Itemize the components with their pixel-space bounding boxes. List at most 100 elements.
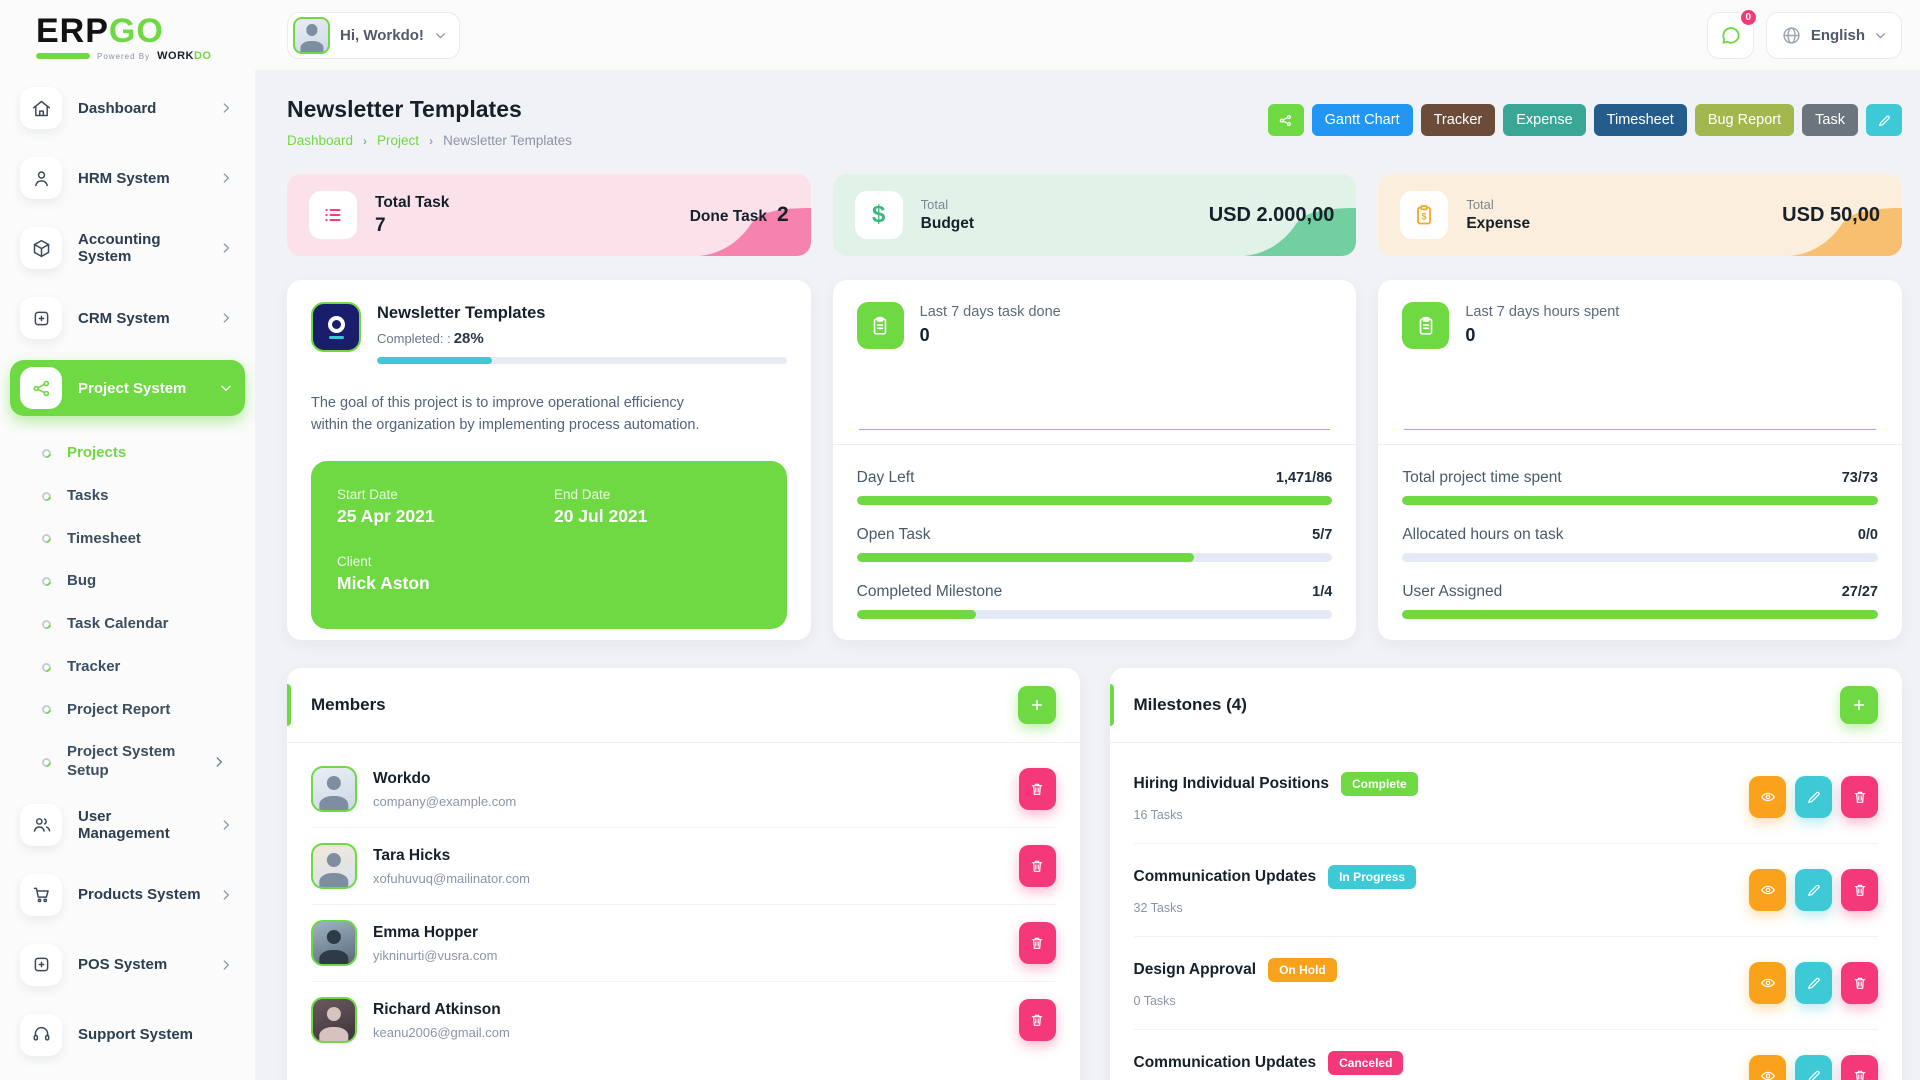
user-icon	[20, 157, 62, 199]
submenu-item-task-calendar[interactable]: Task Calendar	[34, 603, 245, 646]
clipboard-icon	[1402, 302, 1449, 349]
milestone-info: Hiring Individual PositionsComplete 16 T…	[1134, 772, 1418, 822]
submenu-item-project-system-setup[interactable]: Project System Setup	[34, 731, 234, 793]
erpgo-logo[interactable]: ERPGO Powered By WORKDO	[0, 0, 255, 62]
language-selector[interactable]: English	[1766, 12, 1902, 59]
view-milestone-button[interactable]	[1749, 776, 1786, 818]
stat-cards-row: Total Task 7 Done Task 2 $ Total Budget	[287, 174, 1902, 256]
submenu-item-projects[interactable]: Projects	[34, 432, 245, 475]
expense-amount: USD 50,00	[1782, 204, 1880, 227]
project-head: Newsletter Templates Completed: :28%	[311, 302, 787, 364]
delete-milestone-button[interactable]	[1841, 776, 1878, 818]
stat-value: 1,471/86	[1276, 470, 1332, 486]
sidebar-item-accounting[interactable]: Accounting System	[10, 220, 245, 276]
edit-project-button[interactable]	[1866, 104, 1902, 136]
home-icon	[20, 87, 62, 129]
total-expense-card: $ Total Expense USD 50,00	[1378, 174, 1902, 256]
view-milestone-button[interactable]	[1749, 962, 1786, 1004]
logo-erp-text: ERP	[36, 12, 109, 50]
notifications-button[interactable]: 0	[1707, 12, 1754, 59]
expense-clipboard-icon: $	[1400, 191, 1448, 239]
submenu-item-tracker[interactable]: Tracker	[34, 646, 245, 689]
sidebar-item-products-system[interactable]: Products System	[10, 867, 245, 923]
completed-value: 28%	[454, 330, 484, 347]
submenu-label: Bug	[67, 572, 96, 591]
user-menu[interactable]: Hi, Workdo!	[287, 12, 460, 59]
breadcrumb-separator: ›	[429, 134, 433, 148]
milestone-task-count: 32 Tasks	[1134, 901, 1417, 915]
edit-milestone-button[interactable]	[1795, 962, 1832, 1004]
sidebar-item-label: CRM System	[78, 310, 170, 327]
delete-member-button[interactable]	[1019, 768, 1056, 810]
task-button[interactable]: Task	[1802, 104, 1858, 136]
milestone-info: Design ApprovalOn Hold 0 Tasks	[1134, 958, 1337, 1008]
submenu-label: Project Report	[67, 701, 170, 720]
sidebar-item-project-system[interactable]: Project System	[10, 360, 245, 416]
delete-member-button[interactable]	[1019, 845, 1056, 887]
status-badge: In Progress	[1328, 865, 1416, 889]
delete-member-button[interactable]	[1019, 922, 1056, 964]
headset-icon	[20, 1014, 62, 1056]
delete-milestone-button[interactable]	[1841, 962, 1878, 1004]
task-trend-chart	[857, 357, 1333, 430]
delete-milestone-button[interactable]	[1841, 1055, 1878, 1080]
logo-green-bar	[36, 53, 90, 59]
hours-summary-title: Last 7 days hours spent	[1465, 302, 1619, 320]
share-button[interactable]	[1268, 104, 1304, 136]
view-milestone-button[interactable]	[1749, 869, 1786, 911]
progress-bar	[857, 610, 1333, 619]
submenu-item-project-report[interactable]: Project Report	[34, 689, 245, 732]
chevron-right-icon	[219, 241, 233, 255]
bullet-icon	[40, 447, 53, 460]
gantt-chart-button[interactable]: Gantt Chart	[1312, 104, 1413, 136]
submenu-item-tasks[interactable]: Tasks	[34, 475, 245, 518]
powered-by-text: Powered By	[97, 52, 150, 61]
member-email: xofuhuvuq@mailinator.com	[373, 871, 530, 886]
status-badge: Complete	[1341, 772, 1418, 796]
delete-member-button[interactable]	[1019, 999, 1056, 1041]
sidebar-item-hrm[interactable]: HRM System	[10, 150, 245, 206]
trash-icon	[1029, 1012, 1045, 1028]
pencil-icon	[1806, 975, 1822, 991]
start-date-block: Start Date 25 Apr 2021	[337, 487, 554, 536]
edit-milestone-button[interactable]	[1795, 869, 1832, 911]
add-member-button[interactable]	[1018, 686, 1056, 724]
stat-value: 1/4	[1312, 584, 1332, 600]
sidebar-item-support-system[interactable]: Support System	[10, 1007, 245, 1063]
edit-milestone-button[interactable]	[1795, 1055, 1832, 1080]
project-description: The goal of this project is to improve o…	[311, 392, 716, 437]
tracker-button[interactable]: Tracker	[1421, 104, 1496, 136]
edit-milestone-button[interactable]	[1795, 776, 1832, 818]
sidebar-item-crm[interactable]: CRM System	[10, 290, 245, 346]
eye-icon	[1760, 1068, 1776, 1080]
breadcrumb-project[interactable]: Project	[377, 133, 419, 148]
timesheet-button[interactable]: Timesheet	[1594, 104, 1687, 136]
expense-button[interactable]: Expense	[1503, 104, 1585, 136]
bug-report-button[interactable]: Bug Report	[1695, 104, 1794, 136]
sidebar-item-user-management[interactable]: User Management	[10, 797, 245, 853]
progress-fill	[857, 553, 1195, 562]
member-row: Workdo company@example.com	[311, 751, 1056, 827]
pencil-icon	[1877, 113, 1892, 128]
sidebar-item-dashboard[interactable]: Dashboard	[10, 80, 245, 136]
view-milestone-button[interactable]	[1749, 1055, 1786, 1080]
pencil-icon	[1806, 1068, 1822, 1080]
bullet-icon	[40, 661, 53, 674]
submenu-label: Tasks	[67, 487, 108, 506]
start-date-value: 25 Apr 2021	[337, 506, 554, 527]
trash-icon	[1852, 882, 1868, 898]
task-summary-card: Last 7 days task done 0 Day Left1,471/86…	[833, 280, 1357, 640]
submenu-label: Projects	[67, 444, 126, 463]
submenu-item-timesheet[interactable]: Timesheet	[34, 518, 245, 561]
chevron-down-icon	[1874, 29, 1887, 42]
sidebar-item-label: User Management	[78, 808, 203, 842]
project-logo	[311, 302, 361, 352]
add-milestone-button[interactable]	[1840, 686, 1878, 724]
progress-bar	[857, 553, 1333, 562]
progress-bar	[1402, 610, 1878, 619]
delete-milestone-button[interactable]	[1841, 869, 1878, 911]
submenu-item-bug[interactable]: Bug	[34, 560, 245, 603]
sidebar-item-pos-system[interactable]: POS System	[10, 937, 245, 993]
breadcrumb-dashboard[interactable]: Dashboard	[287, 133, 353, 148]
chevron-right-icon	[219, 888, 233, 902]
